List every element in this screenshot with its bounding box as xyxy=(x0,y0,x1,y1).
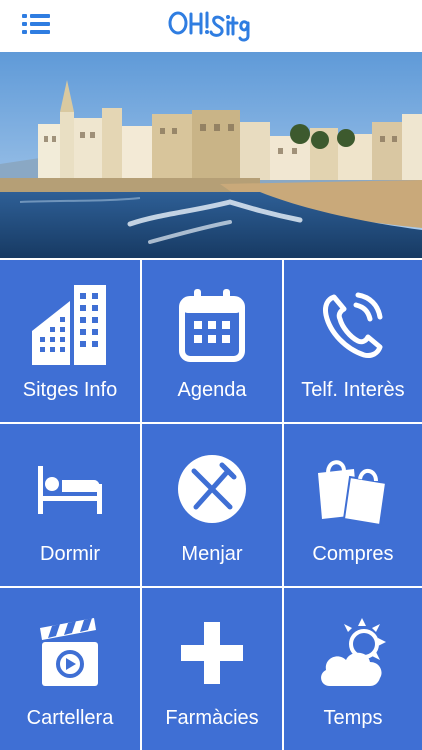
tile-agenda[interactable]: Agenda xyxy=(142,260,282,422)
clapperboard-icon xyxy=(0,608,140,698)
phone-icon xyxy=(284,280,422,370)
tile-temps[interactable]: Temps xyxy=(284,588,422,750)
tile-cartellera[interactable]: Cartellera xyxy=(0,588,140,750)
tile-label: Sitges Info xyxy=(22,379,118,401)
tile-label: Agenda xyxy=(177,379,247,401)
app-logo[interactable] xyxy=(165,6,257,44)
building-icon xyxy=(0,280,140,370)
menu-grid: Sitges Info Agenda Telf. Interès Dormir … xyxy=(0,258,422,750)
tile-label: Dormir xyxy=(40,543,100,565)
shopping-bags-icon xyxy=(284,444,422,534)
tile-label: Compres xyxy=(312,543,394,565)
app-header xyxy=(0,0,422,52)
tile-compres[interactable]: Compres xyxy=(284,424,422,586)
tile-farmacies[interactable]: Farmàcies xyxy=(142,588,282,750)
weather-sun-cloud-icon xyxy=(284,608,422,698)
tile-menjar[interactable]: Menjar xyxy=(142,424,282,586)
app-screen: Sitges Info Agenda Telf. Interès Dormir … xyxy=(0,0,422,750)
fork-knife-icon xyxy=(142,444,282,534)
bed-icon xyxy=(0,444,140,534)
pharmacy-cross-icon xyxy=(142,608,282,698)
tile-sitges-info[interactable]: Sitges Info xyxy=(0,260,140,422)
calendar-icon xyxy=(142,280,282,370)
sitges-seafront-illustration xyxy=(0,52,422,258)
tile-label: Cartellera xyxy=(26,707,114,729)
tile-label: Menjar xyxy=(181,543,243,565)
tile-label: Temps xyxy=(323,707,383,729)
tile-dormir[interactable]: Dormir xyxy=(0,424,140,586)
banner-photo xyxy=(0,52,422,258)
tile-label: Farmàcies xyxy=(165,707,259,729)
tile-telf-interes[interactable]: Telf. Interès xyxy=(284,260,422,422)
menu-icon[interactable] xyxy=(22,12,50,36)
tile-label: Telf. Interès xyxy=(301,379,405,401)
